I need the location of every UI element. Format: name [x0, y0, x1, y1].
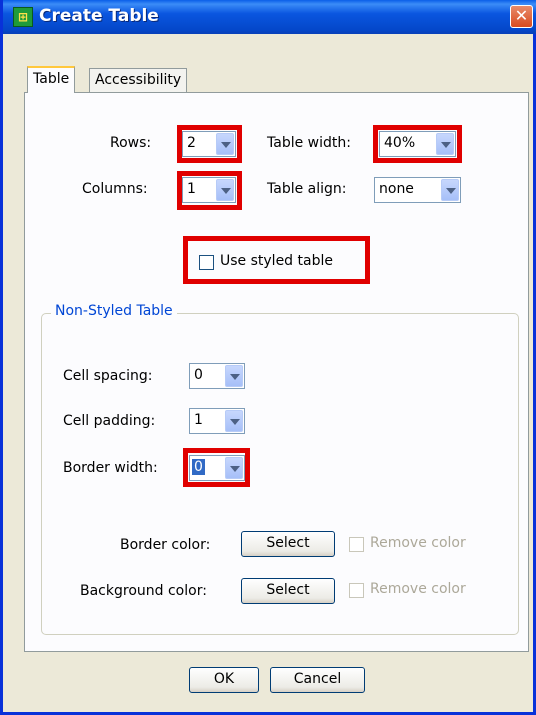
cell-padding-value: 1	[194, 412, 203, 428]
chevron-down-icon[interactable]	[225, 410, 243, 432]
tab-table[interactable]: Table	[27, 66, 76, 93]
table-align-select[interactable]: none	[374, 177, 461, 203]
cell-spacing-value: 0	[194, 367, 203, 383]
background-remove-color-checkbox	[349, 583, 364, 598]
chevron-down-icon[interactable]	[441, 179, 459, 201]
chevron-down-icon[interactable]	[225, 365, 243, 387]
app-icon: ⊞	[13, 7, 33, 27]
background-color-select-button[interactable]: Select	[241, 578, 335, 604]
border-color-select-button[interactable]: Select	[241, 531, 335, 557]
background-remove-color-label: Remove color	[370, 581, 466, 597]
columns-label: Columns:	[82, 181, 148, 197]
cell-spacing-select[interactable]: 0	[189, 363, 245, 389]
ok-button[interactable]: OK	[189, 667, 259, 693]
border-remove-color-label: Remove color	[370, 535, 466, 551]
border-color-label: Border color:	[120, 537, 211, 553]
table-width-label: Table width:	[267, 135, 351, 151]
non-styled-table-legend: Non-Styled Table	[51, 303, 177, 319]
highlight-table-width	[373, 125, 462, 163]
rows-label: Rows:	[110, 135, 152, 151]
highlight-border-width	[183, 448, 250, 487]
dialog-title: Create Table	[39, 6, 159, 26]
highlight-use-styled-table	[183, 236, 370, 284]
border-remove-color-checkbox	[349, 537, 364, 552]
close-button[interactable]: ✕	[510, 5, 533, 28]
background-color-label: Background color:	[80, 583, 207, 599]
tab-accessibility[interactable]: Accessibility	[89, 68, 188, 92]
highlight-rows	[177, 125, 242, 163]
cell-padding-label: Cell padding:	[63, 413, 156, 429]
title-bar[interactable]: ⊞ Create Table ✕	[3, 0, 536, 34]
cell-spacing-label: Cell spacing:	[63, 368, 153, 384]
table-align-value: none	[379, 181, 414, 197]
cell-padding-select[interactable]: 1	[189, 408, 245, 434]
border-width-label: Border width:	[63, 460, 158, 476]
highlight-columns	[177, 171, 242, 210]
cancel-button[interactable]: Cancel	[270, 667, 365, 693]
table-align-label: Table align:	[267, 181, 347, 197]
close-icon: ✕	[514, 6, 529, 25]
create-table-dialog: ⊞ Create Table ✕ Table Accessibility Row…	[0, 0, 536, 715]
